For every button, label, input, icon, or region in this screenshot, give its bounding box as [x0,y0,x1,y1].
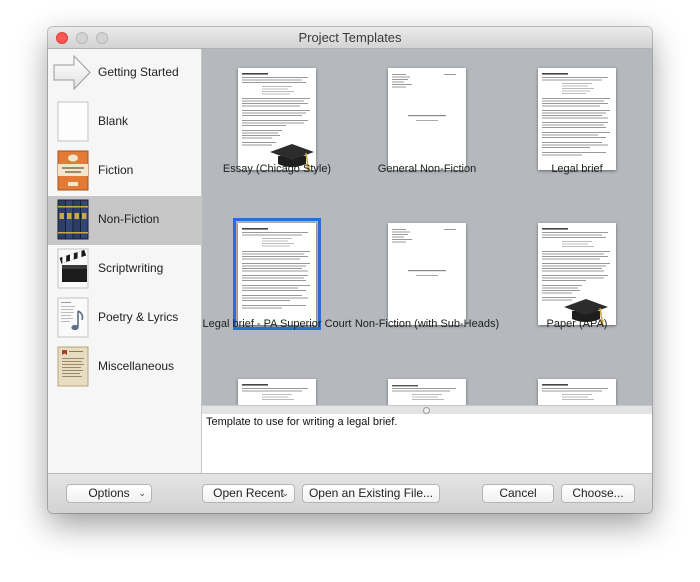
sidebar-item-label: Miscellaneous [98,359,175,373]
sidebar-item-non-fiction[interactable]: Non-Fiction [48,196,201,245]
choose-button[interactable]: Choose... [561,484,635,503]
template-thumbnail [538,379,616,405]
template-grid[interactable]: Essay (Chicago Style) General Non-Fictio… [202,49,652,405]
template-tile-essay-chicago[interactable]: Essay (Chicago Style) [202,49,352,199]
project-templates-window: Project Templates Getting Started Blank [48,27,652,513]
template-tile-legal-brief[interactable]: Legal brief [502,49,652,199]
sidebar-item-fiction[interactable]: Fiction [48,147,201,196]
sidebar-item-scriptwriting[interactable]: Scriptwriting [48,245,201,294]
title-page-preview-icon [392,74,456,121]
dialog-footer: Options ⌄ Open Recent ⌄ Open an Existing… [48,473,652,513]
arrow-icon [53,54,91,91]
sidebar-item-label: Blank [98,114,129,128]
template-thumbnail [388,223,466,325]
legal-page-preview-icon [242,228,310,309]
template-label: Legal brief [551,163,603,175]
window-title: Project Templates [298,30,402,45]
clapperboard-icon [57,248,89,289]
title-page-preview-icon [392,229,456,276]
template-thumbnail [238,68,316,170]
title-bar[interactable]: Project Templates [48,27,652,49]
books-icon [57,199,89,240]
open-recent-label: Open Recent [213,486,284,500]
sidebar-item-label: Poetry & Lyrics [98,310,179,324]
chevron-down-icon: ⌄ [281,488,289,498]
sidebar-item-blank[interactable]: Blank [48,98,201,147]
template-label: Legal brief - PA Superior Court [202,318,352,330]
template-tile-legal-brief-pa[interactable]: Legal brief - PA Superior Court [202,204,352,354]
template-thumbnail [388,379,466,405]
template-tile-partial[interactable] [202,379,352,405]
template-thumbnail [233,218,321,330]
page-preview-icon [392,385,456,400]
template-tile-non-fiction-subheads[interactable]: Non-Fiction (with Sub-Heads) [352,204,502,354]
template-label: Essay (Chicago Style) [222,163,332,175]
page-preview-icon [542,384,608,400]
chevron-down-icon: ⌄ [138,488,146,498]
template-thumbnail [538,223,616,325]
options-label: Options [88,486,130,500]
book-cover-icon [57,150,89,191]
template-tile-paper-apa[interactable]: Paper (APA) [502,204,652,354]
sidebar-item-label: Getting Started [98,65,179,79]
template-tile-partial[interactable] [502,379,652,405]
options-popup-button[interactable]: Options ⌄ [66,484,152,503]
template-label: Non-Fiction (with Sub-Heads) [354,318,500,330]
template-label: Paper (APA) [546,318,608,330]
template-thumbnail [238,379,316,405]
template-label: General Non-Fiction [377,163,477,175]
category-sidebar: Getting Started Blank Fiction Non-Fictio… [48,49,202,473]
open-existing-file-button[interactable]: Open an Existing File... [302,484,440,503]
page-preview-icon [242,384,308,400]
parchment-icon [57,346,89,387]
sidebar-item-label: Scriptwriting [98,261,164,275]
template-thumbnail [388,68,466,170]
cancel-button[interactable]: Cancel [482,484,554,503]
legal-page-preview-icon [542,73,610,156]
sidebar-item-getting-started[interactable]: Getting Started [48,49,201,98]
blank-page-icon [57,101,89,142]
sidebar-item-miscellaneous[interactable]: Miscellaneous [48,343,201,392]
sidebar-item-label: Non-Fiction [98,212,160,226]
template-tile-partial[interactable] [352,379,502,405]
template-description: Template to use for writing a legal brie… [202,414,652,473]
divider-handle-icon[interactable] [423,407,430,414]
sidebar-item-poetry-lyrics[interactable]: Poetry & Lyrics [48,294,201,343]
sidebar-item-label: Fiction [98,163,134,177]
music-note-page-icon [57,297,89,338]
template-tile-general-non-fiction[interactable]: General Non-Fiction [352,49,502,199]
template-thumbnail [538,68,616,170]
open-recent-popup-button[interactable]: Open Recent ⌄ [202,484,295,503]
